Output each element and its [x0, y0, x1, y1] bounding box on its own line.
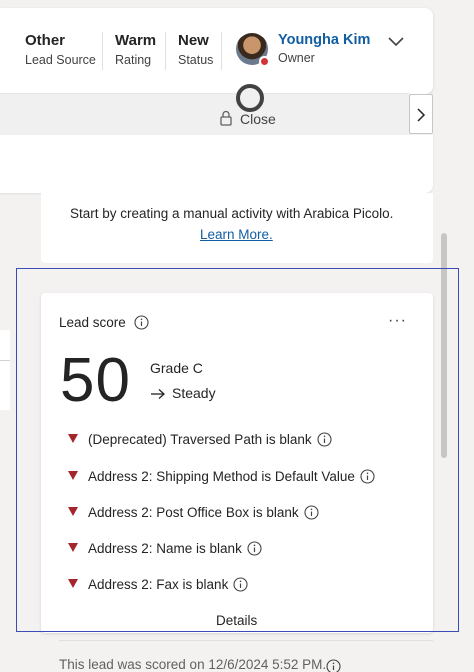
info-icon[interactable] — [317, 432, 332, 447]
scored-on-text: This lead was scored on 12/6/2024 5:52 P… — [59, 657, 327, 672]
record-header: Other Lead Source Warm Rating New Status — [0, 8, 433, 94]
rating-value: Warm — [115, 32, 157, 49]
score-reason: Address 2: Post Office Box is blank — [68, 505, 319, 525]
header-divider — [102, 32, 103, 70]
lead-source-value: Other — [25, 32, 66, 49]
rating-label: Rating — [115, 53, 152, 67]
presence-busy-icon — [259, 56, 270, 67]
negative-triangle-icon — [68, 579, 78, 588]
stage-ring-icon[interactable] — [236, 84, 264, 112]
chevron-down-icon[interactable] — [387, 34, 405, 48]
learn-more-link[interactable]: Learn More. — [200, 227, 273, 242]
score-reason-text: Address 2: Fax is blank — [88, 577, 229, 592]
score-reason-text: (Deprecated) Traversed Path is blank — [88, 432, 312, 447]
arrow-right-icon — [151, 389, 165, 400]
negative-triangle-icon — [68, 507, 78, 516]
negative-triangle-icon — [68, 434, 78, 443]
lock-icon — [220, 110, 232, 126]
stage-close-label[interactable]: Close — [240, 111, 276, 127]
lead-source-label: Lead Source — [25, 53, 96, 67]
info-icon[interactable] — [233, 577, 248, 592]
score-reason: Address 2: Fax is blank — [68, 577, 248, 597]
info-icon[interactable] — [326, 659, 341, 672]
score-reason-text: Address 2: Post Office Box is blank — [88, 505, 299, 520]
info-icon[interactable] — [304, 505, 319, 520]
score-trend: Steady — [150, 385, 216, 401]
score-reason: Address 2: Shipping Method is Default Va… — [68, 469, 375, 489]
details-link[interactable]: Details — [216, 613, 257, 628]
score-reason-text: Address 2: Shipping Method is Default Va… — [88, 469, 355, 484]
business-process-bar — [0, 93, 409, 135]
owner-name-link[interactable]: Youngha Kim — [278, 32, 370, 48]
lead-grade: Grade C — [150, 360, 203, 376]
header-divider — [165, 32, 166, 70]
left-panel-edge — [0, 330, 10, 410]
score-reason: Address 2: Name is blank — [68, 541, 262, 561]
status-label: Status — [178, 53, 214, 67]
main-form-card — [0, 135, 433, 193]
score-trend-label: Steady — [172, 385, 216, 401]
scrollbar-thumb[interactable] — [441, 233, 447, 458]
next-stage-button[interactable] — [409, 94, 433, 134]
lead-score-title: Lead score — [59, 315, 126, 330]
info-icon[interactable] — [247, 541, 262, 556]
timeline-message-text: Start by creating a manual activity with… — [70, 206, 394, 221]
header-field-lead-source: Other Lead Source — [25, 32, 96, 67]
header-field-status: New Status — [178, 32, 213, 67]
more-options-button[interactable]: ··· — [388, 312, 407, 330]
left-panel-divider — [0, 360, 10, 361]
owner-label: Owner — [278, 51, 315, 65]
score-reason: (Deprecated) Traversed Path is blank — [68, 432, 332, 452]
status-value: New — [178, 32, 209, 49]
divider — [59, 640, 433, 641]
negative-triangle-icon — [68, 543, 78, 552]
timeline-empty-message: Start by creating a manual activity with… — [70, 206, 393, 221]
header-field-rating: Warm Rating — [115, 32, 156, 67]
header-divider — [221, 32, 222, 70]
negative-triangle-icon — [68, 471, 78, 480]
lead-score-value: 50 — [60, 346, 131, 415]
chevron-right-icon — [417, 108, 426, 122]
info-icon[interactable] — [134, 315, 149, 330]
info-icon[interactable] — [360, 469, 375, 484]
score-reason-text: Address 2: Name is blank — [88, 541, 242, 556]
owner-avatar[interactable] — [236, 33, 270, 67]
